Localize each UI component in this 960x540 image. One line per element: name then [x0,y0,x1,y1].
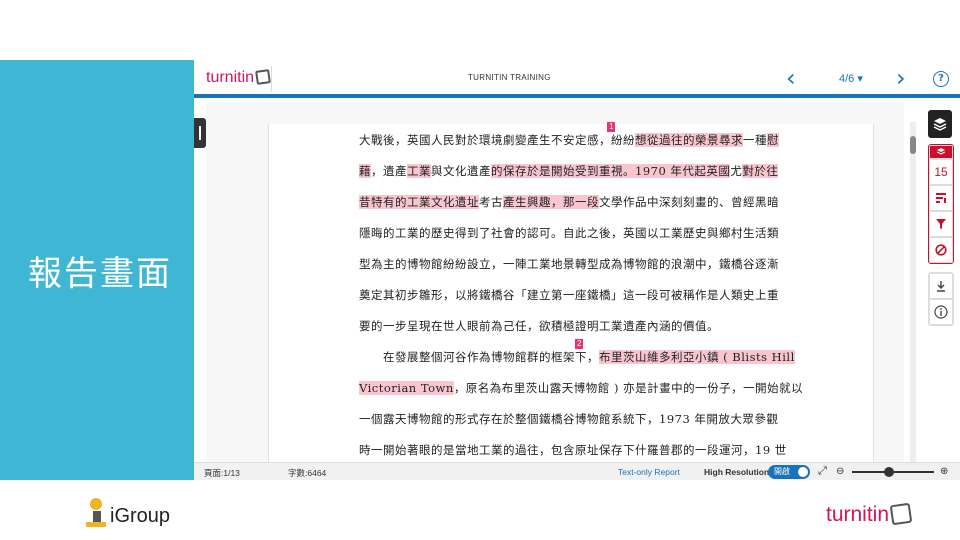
document-text: 隱晦的工業的歷史得到了社會的認可。自此之後，英國以工業歷史與鄉村生活類 [359,226,779,240]
igroup-mark-icon [84,498,108,528]
document-text: 一個露天博物館的形式存在於整個鐵橋谷博物館系統下，1973 年開放大眾參觀 [359,412,779,426]
turnitin-logo-icon [889,502,913,526]
document-text: 與文化遺產 [431,164,491,178]
similarity-layer-icon[interactable] [929,145,953,159]
match-count-button[interactable]: 15 [929,159,953,185]
document-text: 在發展整個河谷作為博物館群的框架下， [359,350,599,364]
document-text: 時一開始著眼的是當地工業的過往，包含原址保存下什羅普郡的一段運河，19 世 [359,443,787,457]
document-text: 尤 [730,164,743,178]
turnitin-logo-text: turnitin [826,503,890,526]
toolbar-divider [271,66,272,92]
filter-icon[interactable] [929,211,953,237]
document-text: ，遺產 [371,164,407,178]
help-icon[interactable]: ? [933,71,949,87]
match-highlight[interactable]: 工業 [407,164,431,178]
high-resolution-toggle[interactable]: 開啟 [768,465,810,479]
document-text: 文學作品中深刻刻畫的、曾經黑暗 [599,195,779,209]
match-marker[interactable]: 2 [575,339,584,349]
document-line: 要的一步呈現在世人眼前為己任，欲積極證明工業遺產內涵的價值。 [359,318,719,334]
viewer-toolbar: turnitin TURNITIN TRAINING ‹ 4/6 ▾ › ? [194,60,960,98]
document-text: 考古 [479,195,503,209]
document-line: 一個露天博物館的形式存在於整個鐵橋谷博物館系統下，1973 年開放大眾參觀 [359,411,778,427]
download-icon[interactable] [929,273,953,299]
paper-page-selector[interactable]: 4/6 ▾ [839,72,863,85]
scrollbar-thumb[interactable] [910,136,916,154]
document-scrollbar[interactable] [910,122,916,462]
document-viewer: turnitin TURNITIN TRAINING ‹ 4/6 ▾ › ? 大… [194,60,960,480]
document-line: 藉，遺產工業與文化遺產的保存於是開始受到重視。1970 年代起英國尤對於往 [359,163,779,179]
turnitin-logo: turnitin [826,502,913,527]
left-color-band: 報告畫面 [0,60,194,480]
document-line: 奠定其初步雛形，以將鐵橋谷「建立第一座鐵橋」這一段可被稱作是人類史上重 [359,287,779,303]
match-highlight[interactable]: 慰 [767,133,779,147]
document-text: 一種 [743,133,767,147]
match-overview-icon[interactable] [929,185,953,211]
zoom-in-icon[interactable]: ⊕ [940,466,948,477]
next-paper-icon[interactable]: › [896,65,906,91]
viewer-logo-text: turnitin [206,69,255,86]
document-line: Victorian Town，原名為布里茨山露天博物館 ) 亦是計畫中的一份子，… [359,380,803,396]
match-highlight[interactable]: 昔特有的工業文化遺址 [359,195,479,209]
document-area: 大戰後，英國人民對於環境劇變產生不安定感，紛紛想從過往的榮景尋求一種慰 藉，遺產工… [206,102,904,464]
similarity-tools: 15 [928,144,954,264]
document-page: 大戰後，英國人民對於環境劇變產生不安定感，紛紛想從過往的榮景尋求一種慰 藉，遺產工… [268,122,874,464]
document-text: 奠定其初步雛形，以將鐵橋谷「建立第一座鐵橋」這一段可被稱作是人類史上重 [359,288,779,302]
match-highlight[interactable]: 產生興趣，那一段 [503,195,599,209]
high-resolution-label: High Resolution [704,467,770,477]
zoom-slider[interactable] [852,467,934,477]
match-highlight[interactable]: Victorian Town [359,381,454,395]
document-line: 隱晦的工業的歷史得到了社會的認可。自此之後，英國以工業歷史與鄉村生活類 [359,225,779,241]
fullscreen-icon[interactable]: ⤢ [818,465,827,478]
document-text: 型為主的博物館紛紛設立，一陣工業地景轉型成為博物館的浪潮中，鐵橋谷逐漸 [359,257,779,271]
document-tools [928,272,954,326]
match-highlight[interactable]: 藉 [359,164,371,178]
word-count: 字數:6464 [288,468,327,478]
zoom-out-icon[interactable]: ⊖ [836,466,844,477]
match-marker[interactable]: 1 [607,122,616,132]
zoom-slider-handle[interactable] [883,467,894,477]
document-line: 型為主的博物館紛紛設立，一陣工業地景轉型成為博物館的浪潮中，鐵橋谷逐漸 [359,256,779,272]
document-line: 在發展整個河谷作為博物館群的框架下，布里茨山維多利亞小鎮 ( Blists Hi… [359,349,795,365]
igroup-logo-text: iGroup [110,505,171,527]
igroup-logo: iGroup [84,498,170,528]
match-highlight[interactable]: 對於往 [742,164,779,178]
viewer-statusbar: 頁面:1/13 字數:6464 Text-only Report High Re… [194,462,960,480]
viewer-logo-icon [255,69,271,85]
assignment-title: TURNITIN TRAINING [468,73,551,82]
slide: 報告畫面 iGroup turnitin turnitin TURNITIN T… [0,0,960,540]
prev-paper-icon[interactable]: ‹ [786,65,796,91]
document-line: 時一開始著眼的是當地工業的過往，包含原址保存下什羅普郡的一段運河，19 世 [359,442,787,458]
document-text: ，原名為布里茨山露天博物館 ) 亦是計畫中的一份子，一開始就以 [453,381,804,395]
document-text: 要的一步呈現在世人眼前為己任，欲積極證明工業遺產內涵的價值。 [359,319,719,333]
layers-icon[interactable] [928,110,952,138]
document-line: 大戰後，英國人民對於環境劇變產生不安定感，紛紛想從過往的榮景尋求一種慰 [359,132,779,148]
right-tool-panel: 15 [928,110,954,326]
document-line: 昔特有的工業文化遺址考古產生興趣，那一段文學作品中深刻刻畫的、曾經黑暗 [359,194,779,210]
match-highlight[interactable]: 的保存於是開始受到重視。1970 年代起英國 [491,164,731,178]
info-icon[interactable] [929,299,953,325]
document-text: 大戰後，英國人民對於環境劇變產生不安定感，紛紛 [359,133,635,147]
slide-title: 報告畫面 [28,254,172,294]
text-only-report-link[interactable]: Text-only Report [618,467,680,477]
page-indicator: 頁面:1/13 [204,468,240,478]
viewer-logo: turnitin [206,69,271,87]
match-highlight[interactable]: 想從過往的榮景尋求 [635,133,743,147]
side-panel-toggle[interactable] [194,118,206,148]
exclude-icon[interactable] [929,237,953,263]
match-highlight[interactable]: 布里茨山維多利亞小鎮 ( Blists Hill [599,350,795,364]
